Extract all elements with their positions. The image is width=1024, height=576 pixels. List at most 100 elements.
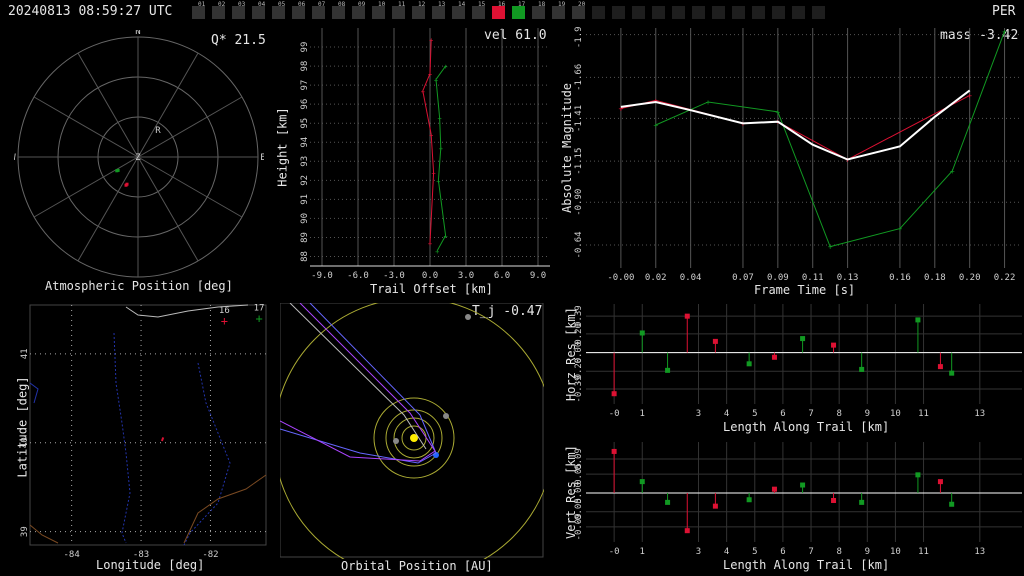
height-xlabel: Trail Offset [km]: [370, 282, 493, 296]
camera-label: 08: [338, 1, 346, 8]
vert-xlabel: Length Along Trail [km]: [723, 558, 890, 572]
residual-point: [915, 317, 921, 323]
polar-spoke: [137, 52, 199, 158]
camera-cell: [812, 6, 825, 19]
data-point: +: [443, 63, 447, 71]
y-tick-label: 40: [20, 437, 30, 448]
camera-cell: [632, 6, 645, 19]
planet-marker: [393, 438, 399, 444]
x-tick-label: -83: [133, 550, 149, 559]
site-marker: +: [255, 311, 262, 325]
atmo-title: Atmospheric Position [deg]: [45, 279, 233, 293]
y-tick-label: -0.90: [574, 189, 584, 216]
camera-cell: 18: [532, 1, 545, 19]
camera-cell: 11: [392, 1, 405, 19]
y-tick-label: 94: [300, 137, 310, 148]
residual-point: [949, 370, 955, 376]
data-point: +: [775, 108, 780, 117]
mag-xlabel: Frame Time [s]: [754, 283, 856, 297]
orbit-frame: [280, 303, 544, 558]
radiant-marker: R: [155, 126, 161, 136]
camera-cell: 13: [432, 1, 445, 19]
x-tick-label: 9.0: [530, 271, 546, 281]
data-point: +: [1002, 27, 1007, 36]
camera-label: 16: [498, 1, 506, 8]
camera-cell: 02: [212, 1, 225, 19]
x-tick-label: 1: [640, 547, 645, 557]
camera-label: 06: [298, 1, 306, 8]
y-tick-label: 39: [20, 526, 30, 537]
compass-label: N: [135, 30, 140, 37]
x-tick-label: 13: [974, 547, 985, 557]
series-line: [620, 89, 971, 161]
x-tick-label: 11: [918, 409, 929, 419]
data-point: +: [434, 76, 438, 84]
site-label: 17: [254, 303, 265, 313]
data-point: +: [437, 114, 441, 122]
camera-label: 10: [378, 1, 386, 8]
camera-label: 03: [238, 1, 246, 8]
x-tick-label: 0.16: [889, 273, 911, 283]
orbit-chart: [280, 303, 544, 559]
height-ylabel: Height [km]: [275, 107, 290, 187]
track-point: [124, 183, 128, 187]
data-point: +: [429, 36, 433, 44]
data-point: +: [428, 240, 432, 248]
planet-marker: [465, 314, 471, 320]
polar-spoke: [137, 96, 243, 158]
camera-cell: 04: [252, 1, 265, 19]
camera-cell: 19: [552, 1, 565, 19]
x-tick-label: 10: [890, 547, 901, 557]
camera-label: 02: [218, 1, 226, 8]
residual-point: [859, 366, 865, 372]
data-point: +: [428, 71, 432, 79]
data-point: +: [653, 121, 658, 130]
camera-label: 05: [278, 1, 286, 8]
orbit-path: [289, 303, 427, 450]
x-tick-label: 3: [696, 409, 701, 419]
camera-cell: 17: [512, 1, 525, 19]
vert-residual-chart: -0 1 3 4 5 6 7 8 9 10 11 130.090.050.00-0.05-0.09: [574, 442, 1022, 557]
x-tick-label: 0.0: [422, 271, 438, 281]
x-tick-label: 0.20: [959, 273, 981, 283]
polar-spoke: [77, 52, 139, 158]
x-tick-label: -82: [202, 550, 218, 559]
magnitude-chart: -0.00 0.02 0.04 0.07 0.09 0.11 0.13 0.16 0.18 0.2…: [574, 26, 1022, 283]
data-point: +: [653, 96, 658, 105]
residual-point: [684, 528, 690, 534]
residual-point: [665, 367, 671, 373]
series-line: [655, 31, 1006, 248]
residual-point: [665, 499, 671, 505]
y-tick-label: 92: [300, 175, 310, 186]
y-tick-label: -1.41: [574, 105, 584, 132]
x-tick-label: 7: [808, 409, 813, 419]
planet-marker: [443, 413, 449, 419]
polar-spoke: [137, 156, 199, 262]
x-tick-label: -3.0: [383, 271, 405, 281]
y-tick-label: 41: [20, 348, 30, 359]
y-tick-label: 96: [300, 99, 310, 110]
camera-cell: 12: [412, 1, 425, 19]
x-tick-label: 4: [724, 547, 729, 557]
residual-point: [771, 486, 777, 492]
camera-cell: [752, 6, 765, 19]
residual-point: [746, 497, 752, 503]
residual-point: [831, 342, 837, 348]
y-tick-label: -1.15: [574, 148, 584, 175]
data-point: +: [431, 170, 435, 178]
camera-cell: [732, 6, 745, 19]
y-tick-label: 91: [300, 194, 310, 205]
camera-label: 18: [538, 1, 546, 8]
camera-label: 01: [198, 1, 206, 8]
x-tick-label: 13: [974, 409, 985, 419]
camera-cell: [652, 6, 665, 19]
ground-track: [160, 437, 165, 442]
x-tick-label: 5: [752, 409, 757, 419]
series-line: [620, 94, 970, 161]
data-point: +: [436, 177, 440, 185]
station-code: PER: [992, 4, 1016, 19]
x-tick-label: 6: [780, 547, 785, 557]
y-tick-label: 89: [300, 232, 310, 243]
polar-spoke: [137, 156, 243, 218]
compass-label: Z: [135, 153, 141, 163]
